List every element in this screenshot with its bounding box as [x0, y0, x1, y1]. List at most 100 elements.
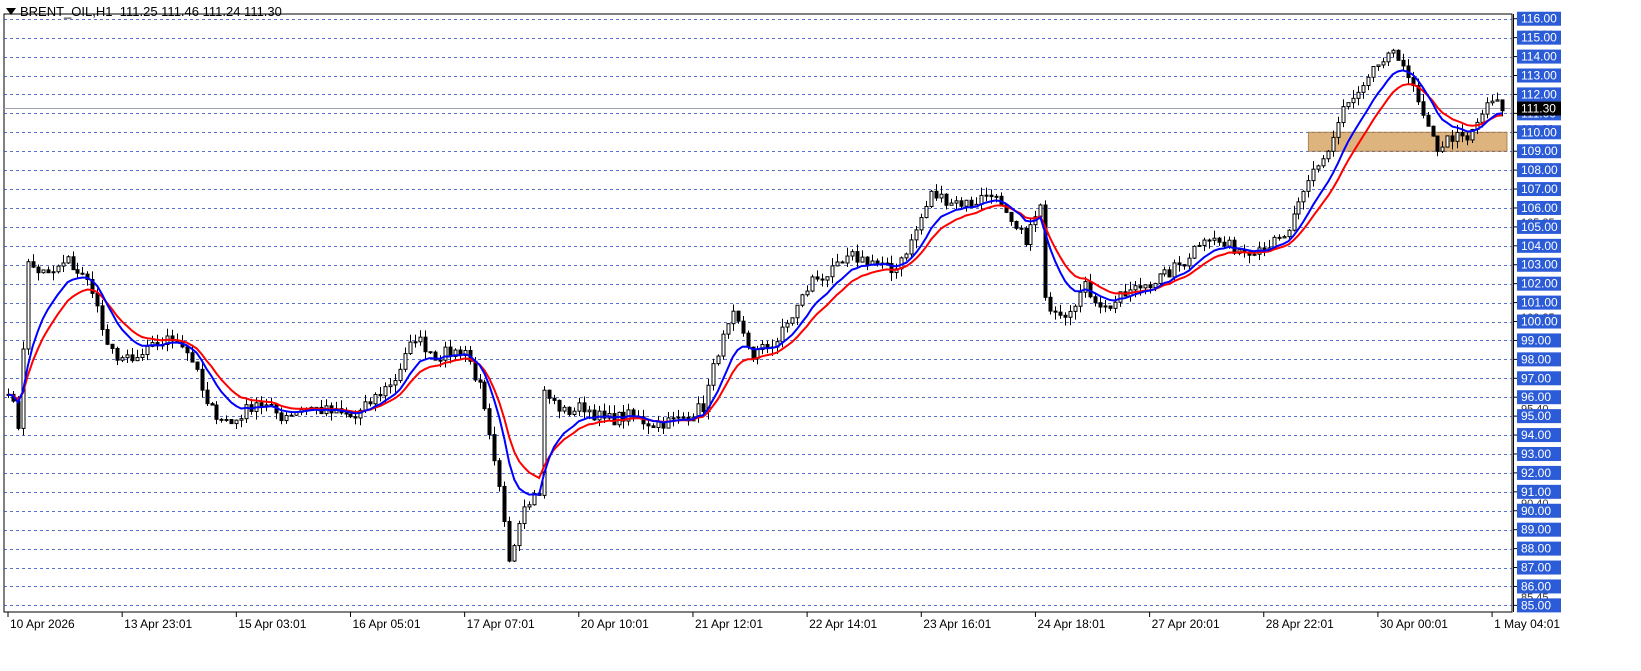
price-label-text: 90.00	[1521, 504, 1551, 518]
candle-body	[1038, 204, 1043, 218]
candle-body	[408, 341, 413, 355]
price-axis-label: 90.00	[1513, 503, 1561, 518]
candle-body	[989, 194, 994, 198]
candle-body	[1143, 284, 1148, 289]
candle-body	[1306, 180, 1311, 192]
price-axis-label: 100.00	[1513, 314, 1561, 329]
candle-body	[443, 346, 448, 361]
candle-body	[105, 329, 110, 345]
candle-body	[875, 260, 880, 264]
candle	[800, 293, 805, 308]
price-chart-svg[interactable]: 115.20110.20105.25100.2595.4090.4085.451…	[0, 0, 1641, 666]
time-axis-label: 15 Apr 03:01	[238, 617, 306, 631]
candle-body	[701, 403, 706, 413]
price-label-text: 107.00	[1521, 182, 1558, 196]
candle-body	[1182, 264, 1187, 267]
candle-body	[259, 402, 264, 407]
candle-body	[1133, 285, 1138, 291]
candle-body	[200, 368, 205, 391]
candle-body	[785, 322, 790, 328]
chart-area[interactable]: BRENT_OIL,H1 111.25 111.46 111.24 111.30…	[0, 0, 1641, 666]
candle-body	[135, 356, 140, 362]
candle	[567, 406, 572, 417]
candle-body	[1341, 106, 1346, 124]
candle-body	[1202, 239, 1207, 246]
candle-body	[1138, 285, 1143, 289]
candle-body	[726, 323, 731, 335]
candle	[721, 330, 726, 360]
candle-body	[398, 368, 403, 382]
candle-body	[587, 409, 592, 413]
candle-body	[492, 434, 497, 462]
candle-body	[1088, 281, 1093, 298]
candle-body	[1336, 122, 1341, 138]
candle	[56, 264, 61, 274]
candle-body	[1043, 204, 1048, 298]
candle-body	[671, 417, 676, 420]
candle-body	[1366, 76, 1371, 87]
candle-body	[1287, 229, 1292, 238]
candle-body	[790, 317, 795, 324]
candle	[1014, 220, 1019, 231]
dropdown-triangle-icon[interactable]	[6, 8, 16, 15]
price-label-text: 115.00	[1521, 31, 1557, 45]
candle-body	[949, 202, 954, 206]
candle-body	[1078, 291, 1083, 307]
candle	[810, 274, 815, 293]
candle-body	[1391, 49, 1396, 54]
candle-body	[567, 406, 572, 415]
candle-body	[736, 310, 741, 322]
price-label-text: 94.00	[1521, 428, 1551, 442]
candle-body	[413, 341, 418, 344]
candle	[229, 418, 234, 425]
time-axis-label: 28 Apr 22:01	[1266, 617, 1334, 631]
candle-body	[716, 355, 721, 365]
candle-body	[1048, 296, 1053, 312]
candle-body	[1093, 296, 1098, 304]
candle-body	[666, 417, 671, 429]
candle-body	[1014, 220, 1019, 229]
candle-body	[959, 200, 964, 207]
price-label-text: 97.00	[1521, 371, 1551, 385]
price-axis-label: 96.00	[1513, 390, 1561, 405]
candle-body	[815, 276, 820, 280]
time-axis-label: 22 Apr 14:01	[809, 617, 877, 631]
time-axis-label: 1 May 04:01	[1494, 617, 1560, 631]
candle-body	[1361, 85, 1366, 93]
price-label-text: 105.00	[1521, 220, 1558, 234]
price-label-text: 103.00	[1521, 258, 1558, 272]
price-axis-label: 109.00	[1513, 144, 1561, 159]
price-axis-label: 98.00	[1513, 352, 1561, 367]
candle-body	[1292, 213, 1297, 231]
candle-body	[388, 384, 393, 388]
price-axis-label: 112.00	[1513, 87, 1561, 102]
candle-body	[279, 412, 284, 422]
price-axis-label: 91.00	[1513, 484, 1561, 499]
candle-body	[1177, 262, 1182, 266]
price-label-text: 100.00	[1521, 315, 1558, 329]
candle-body	[1108, 305, 1113, 309]
price-label-text: 92.00	[1521, 466, 1551, 480]
candle-body	[711, 363, 716, 386]
price-axis-label: 108.00	[1513, 163, 1561, 178]
candle-body	[617, 411, 622, 426]
candle-body	[557, 399, 562, 412]
candle-body	[344, 412, 349, 415]
candle-body	[423, 336, 428, 353]
price-label-text: 102.00	[1521, 277, 1558, 291]
candle-body	[919, 217, 924, 231]
price-axis-label: 97.00	[1513, 371, 1561, 386]
candle-body	[1063, 314, 1068, 318]
candle-body	[721, 333, 726, 357]
candle-body	[681, 416, 686, 419]
candle-body	[1024, 227, 1029, 246]
candle-body	[1495, 99, 1500, 102]
candle-body	[1455, 131, 1460, 142]
candle-body	[80, 272, 85, 275]
candle-body	[612, 413, 617, 426]
candle-body	[835, 261, 840, 267]
candle-body	[969, 199, 974, 208]
candle-body	[1331, 136, 1336, 152]
candle-body	[934, 190, 939, 199]
candle-body	[1296, 201, 1301, 215]
